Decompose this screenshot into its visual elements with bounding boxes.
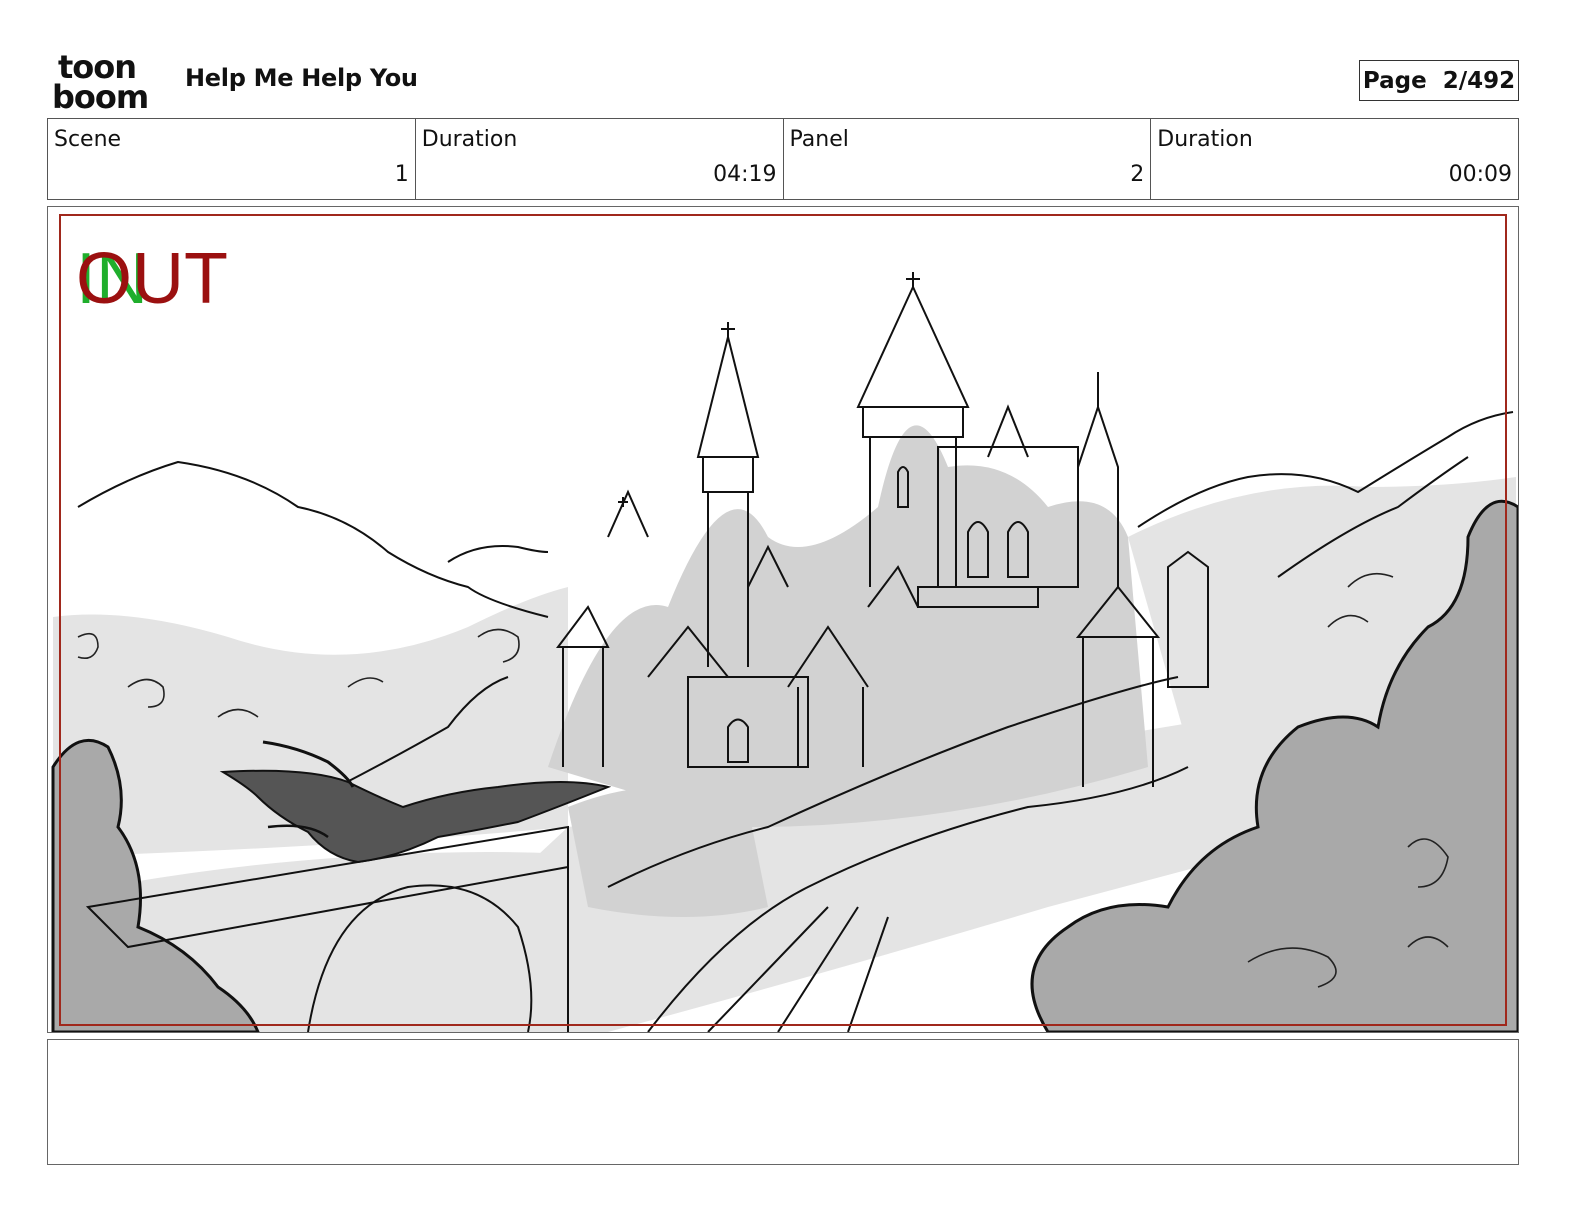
scene-value: 1	[394, 162, 409, 187]
scene-info-table: Scene 1 Duration 04:19 Panel 2 Duration …	[47, 118, 1519, 200]
project-title: Help Me Help You	[185, 64, 418, 92]
panel-cell: Panel 2	[784, 119, 1152, 199]
panel-notes	[47, 1039, 1519, 1165]
logo-bottom-text: boom	[52, 78, 148, 112]
panel-duration-label: Duration	[1157, 127, 1253, 152]
scene-duration-label: Duration	[421, 127, 518, 152]
scene-duration-value: 04:19	[713, 162, 777, 187]
panel-duration-value: 00:09	[1448, 162, 1512, 187]
panel-duration-cell: Duration 00:09	[1151, 119, 1518, 199]
page-label: Page	[1362, 67, 1427, 94]
toon-boom-logo: toon boom	[52, 48, 164, 116]
panel-label: Panel	[789, 127, 849, 152]
scene-cell: Scene 1	[48, 119, 416, 199]
out-marker: OUT	[76, 239, 228, 319]
page-number: 2/492	[1442, 67, 1516, 94]
panel-sketch: IN OUT	[51, 214, 1518, 1032]
page-indicator: Page 2/492	[1359, 60, 1519, 101]
storyboard-panel: IN OUT	[47, 206, 1519, 1033]
panel-value: 2	[1130, 162, 1145, 187]
scene-duration-cell: Duration 04:19	[416, 119, 784, 199]
scene-label: Scene	[54, 127, 122, 152]
